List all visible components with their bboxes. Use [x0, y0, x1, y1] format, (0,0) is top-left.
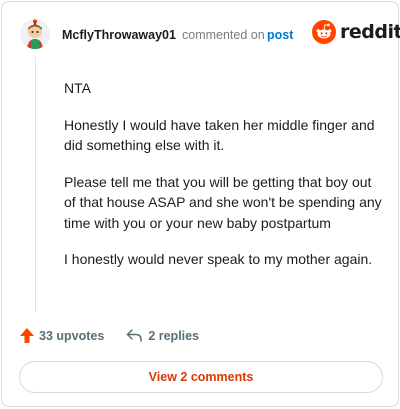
reddit-wordmark: reddit — [340, 21, 400, 43]
reddit-logo[interactable]: reddit — [312, 20, 400, 44]
commented-on-label: commented on — [182, 28, 265, 42]
replies-button[interactable]: 2 replies — [126, 329, 199, 343]
reply-arrow-icon — [127, 329, 143, 342]
view-comments-button[interactable]: View 2 comments — [19, 361, 383, 393]
comment-paragraph: Please tell me that you will be getting … — [64, 173, 382, 231]
comment-body: NTA Honestly I would have taken her midd… — [64, 78, 384, 286]
reddit-snoo-icon — [312, 20, 336, 44]
thread-line[interactable] — [35, 57, 36, 312]
post-link[interactable]: post — [267, 28, 293, 42]
author-name[interactable]: McflyThrowaway01 — [62, 28, 176, 42]
comment-paragraph: NTA — [64, 80, 91, 96]
replies-count: 2 replies — [148, 328, 200, 343]
comment-paragraph: Honestly I would have taken her middle f… — [64, 116, 375, 154]
comment-actions: 33 upvotes 2 replies — [20, 328, 199, 343]
upvote-button[interactable]: 33 upvotes — [20, 328, 104, 343]
comment-card: McflyThrowaway01 commented on post reddi… — [1, 1, 400, 407]
avatar-icon — [20, 19, 50, 49]
comment-paragraph: I honestly would never speak to my mothe… — [64, 251, 373, 267]
upvote-arrow-icon — [20, 328, 34, 343]
upvote-count: 33 upvotes — [39, 328, 105, 343]
avatar[interactable] — [20, 19, 50, 49]
